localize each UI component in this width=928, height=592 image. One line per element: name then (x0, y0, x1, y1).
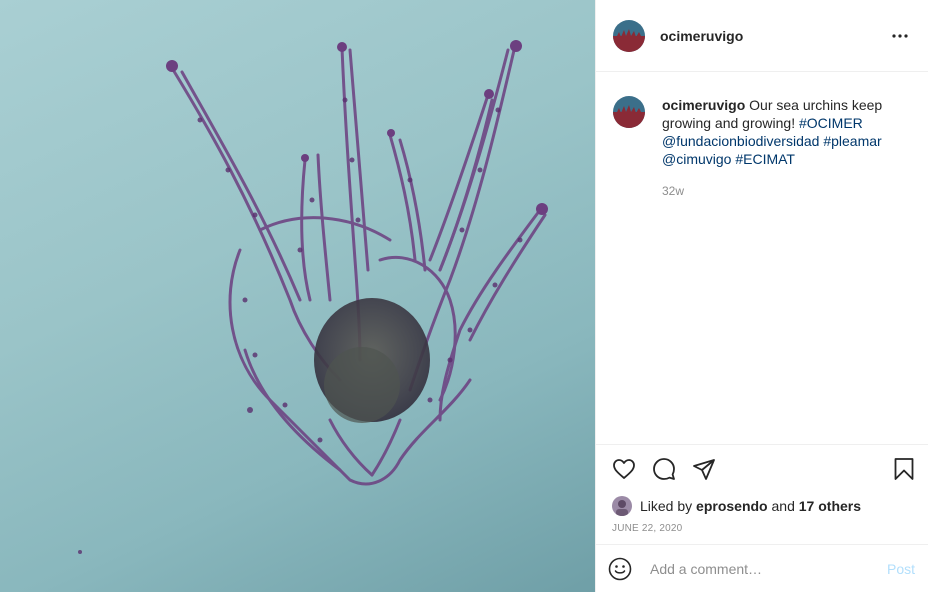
caption-row: ocimeruvigo Our sea urchins keep growing… (613, 96, 912, 200)
post-comment-button[interactable]: Post (887, 561, 915, 577)
mention-link[interactable]: @cimuvigo (662, 151, 731, 167)
comment-icon[interactable] (652, 457, 676, 481)
likes-others-link[interactable]: 17 others (799, 498, 861, 514)
heart-icon[interactable] (612, 457, 636, 481)
sea-urchin-larva-image (78, 40, 548, 554)
likes-prefix: Liked by (640, 498, 693, 514)
liker-username[interactable]: eprosendo (696, 498, 768, 514)
bookmark-icon[interactable] (892, 457, 916, 481)
hashtag-link[interactable]: #OCIMER (799, 115, 863, 131)
avatar[interactable] (613, 19, 645, 52)
post-header: ocimeruvigo (596, 0, 928, 72)
post-view: ocimeruvigo ocimeruvigo Our sea urchins … (0, 0, 928, 592)
hashtag-link[interactable]: #ECIMAT (735, 151, 795, 167)
actions-area: Liked by eprosendo and 17 others JUNE 22… (596, 444, 928, 544)
avatar-image (613, 96, 645, 128)
likes-summary: Liked by eprosendo and 17 others (612, 493, 916, 519)
add-comment-bar: Post (596, 544, 928, 592)
post-photo[interactable] (0, 0, 595, 592)
avatar[interactable] (613, 96, 645, 128)
liker-avatar[interactable] (612, 496, 632, 516)
caption-username[interactable]: ocimeruvigo (662, 97, 745, 113)
share-icon[interactable] (692, 457, 716, 481)
liker-avatar-image (612, 496, 632, 516)
caption: ocimeruvigo Our sea urchins keep growing… (662, 96, 902, 200)
post-username[interactable]: ocimeruvigo (660, 28, 888, 44)
emoji-icon[interactable] (608, 557, 632, 581)
likes-joiner: and (771, 498, 795, 514)
mention-link[interactable]: @fundacionbiodiversidad (662, 133, 819, 149)
post-date[interactable]: JUNE 22, 2020 (612, 523, 916, 534)
comment-input[interactable] (648, 559, 887, 578)
avatar-image (613, 19, 645, 52)
comments-area: ocimeruvigo Our sea urchins keep growing… (596, 72, 928, 444)
hashtag-link[interactable]: #pleamar (823, 133, 881, 149)
action-bar (612, 445, 916, 493)
more-horizontal-icon[interactable] (888, 24, 912, 48)
caption-age[interactable]: 32w (662, 182, 902, 200)
post-side-panel: ocimeruvigo ocimeruvigo Our sea urchins … (595, 0, 928, 592)
